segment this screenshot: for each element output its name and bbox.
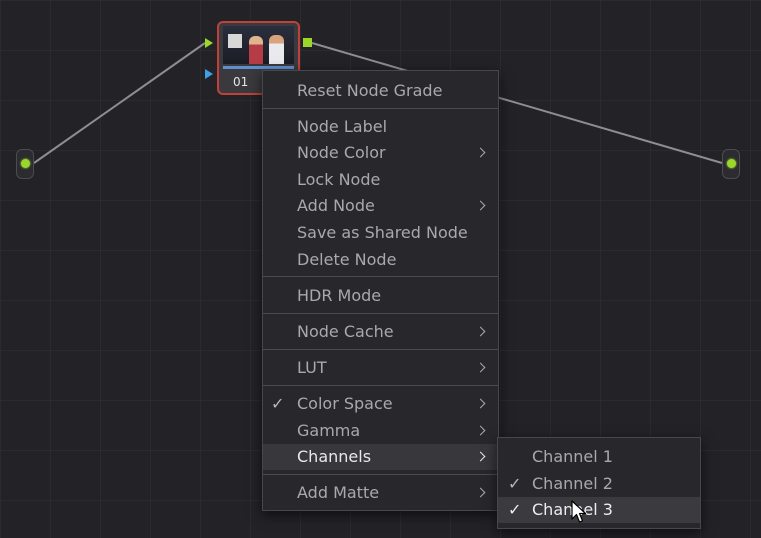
chevron-right-icon [475, 398, 486, 409]
mouse-cursor-icon [571, 500, 587, 523]
channels-submenu: Channel 1 ✓ Channel 2 ✓ Channel 3 [497, 437, 701, 529]
source-output-dot[interactable] [21, 159, 30, 168]
menu-separator [263, 313, 498, 314]
menu-item-label: Node Cache [297, 322, 394, 341]
menu-item-add-matte[interactable]: Add Matte [263, 480, 498, 506]
chevron-right-icon [475, 425, 486, 436]
chevron-right-icon [475, 487, 486, 498]
menu-item-gamma[interactable]: Gamma [263, 418, 498, 444]
menu-separator [263, 276, 498, 277]
menu-item-label: Add Node [297, 196, 375, 215]
menu-item-reset-node-grade[interactable]: Reset Node Grade [263, 78, 498, 104]
submenu-item-channel-2[interactable]: ✓ Channel 2 [498, 471, 700, 497]
menu-item-node-color[interactable]: Node Color [263, 140, 498, 166]
chevron-right-icon [475, 147, 486, 158]
node-rgb-output-port[interactable] [303, 38, 312, 47]
menu-item-label: HDR Mode [297, 286, 382, 305]
submenu-item-label: Channel 1 [532, 447, 613, 466]
check-icon: ✓ [508, 500, 522, 519]
node-rgb-input-port[interactable] [205, 38, 213, 48]
menu-separator [263, 385, 498, 386]
menu-item-label: Delete Node [297, 250, 397, 269]
menu-separator [263, 349, 498, 350]
menu-item-channels[interactable]: Channels [263, 444, 498, 470]
menu-item-label: Lock Node [297, 170, 381, 189]
submenu-item-label: Channel 2 [532, 474, 613, 493]
menu-item-label: Gamma [297, 421, 361, 440]
node-status-bar [223, 66, 294, 69]
menu-item-label: Color Space [297, 394, 393, 413]
menu-item-label: Node Label [297, 117, 388, 136]
menu-item-add-node[interactable]: Add Node [263, 193, 498, 219]
thumbnail-person-left [249, 36, 263, 64]
chevron-right-icon [475, 200, 486, 211]
submenu-item-channel-3[interactable]: ✓ Channel 3 [498, 497, 700, 523]
check-icon: ✓ [271, 394, 285, 413]
node-context-menu: Reset Node Grade Node Label Node Color L… [262, 70, 499, 511]
output-input-dot[interactable] [727, 159, 736, 168]
menu-item-label: Node Color [297, 143, 386, 162]
menu-item-node-cache[interactable]: Node Cache [263, 319, 498, 345]
submenu-item-channel-1[interactable]: Channel 1 [498, 444, 700, 470]
menu-item-label: Save as Shared Node [297, 223, 468, 242]
node-key-input-port[interactable] [205, 69, 213, 79]
menu-item-node-label[interactable]: Node Label [263, 114, 498, 140]
menu-item-label: Channels [297, 447, 372, 466]
menu-item-hdr-mode[interactable]: HDR Mode [263, 283, 498, 309]
chevron-right-icon [475, 362, 486, 373]
menu-separator [263, 474, 498, 475]
node-number-label: 01 [233, 75, 249, 89]
menu-item-delete-node[interactable]: Delete Node [263, 247, 498, 273]
thumbnail-person-right [269, 35, 284, 64]
check-icon: ✓ [508, 474, 522, 493]
menu-item-label: Reset Node Grade [297, 81, 443, 100]
menu-separator [263, 108, 498, 109]
thumbnail-sign [228, 34, 242, 48]
chevron-right-icon [475, 326, 486, 337]
menu-item-save-as-shared-node[interactable]: Save as Shared Node [263, 220, 498, 246]
node-graph-canvas[interactable]: 01 Reset Node Grade Node Label Node Colo… [0, 0, 761, 538]
node-thumbnail [223, 26, 294, 64]
menu-item-lut[interactable]: LUT [263, 355, 498, 381]
menu-item-label: Add Matte [297, 483, 380, 502]
menu-item-lock-node[interactable]: Lock Node [263, 167, 498, 193]
menu-item-label: LUT [297, 358, 327, 377]
chevron-right-icon [475, 451, 486, 462]
menu-item-color-space[interactable]: ✓ Color Space [263, 391, 498, 417]
source-input-node[interactable] [16, 149, 34, 179]
output-node[interactable] [722, 149, 740, 179]
wire-source-to-node [33, 42, 206, 164]
